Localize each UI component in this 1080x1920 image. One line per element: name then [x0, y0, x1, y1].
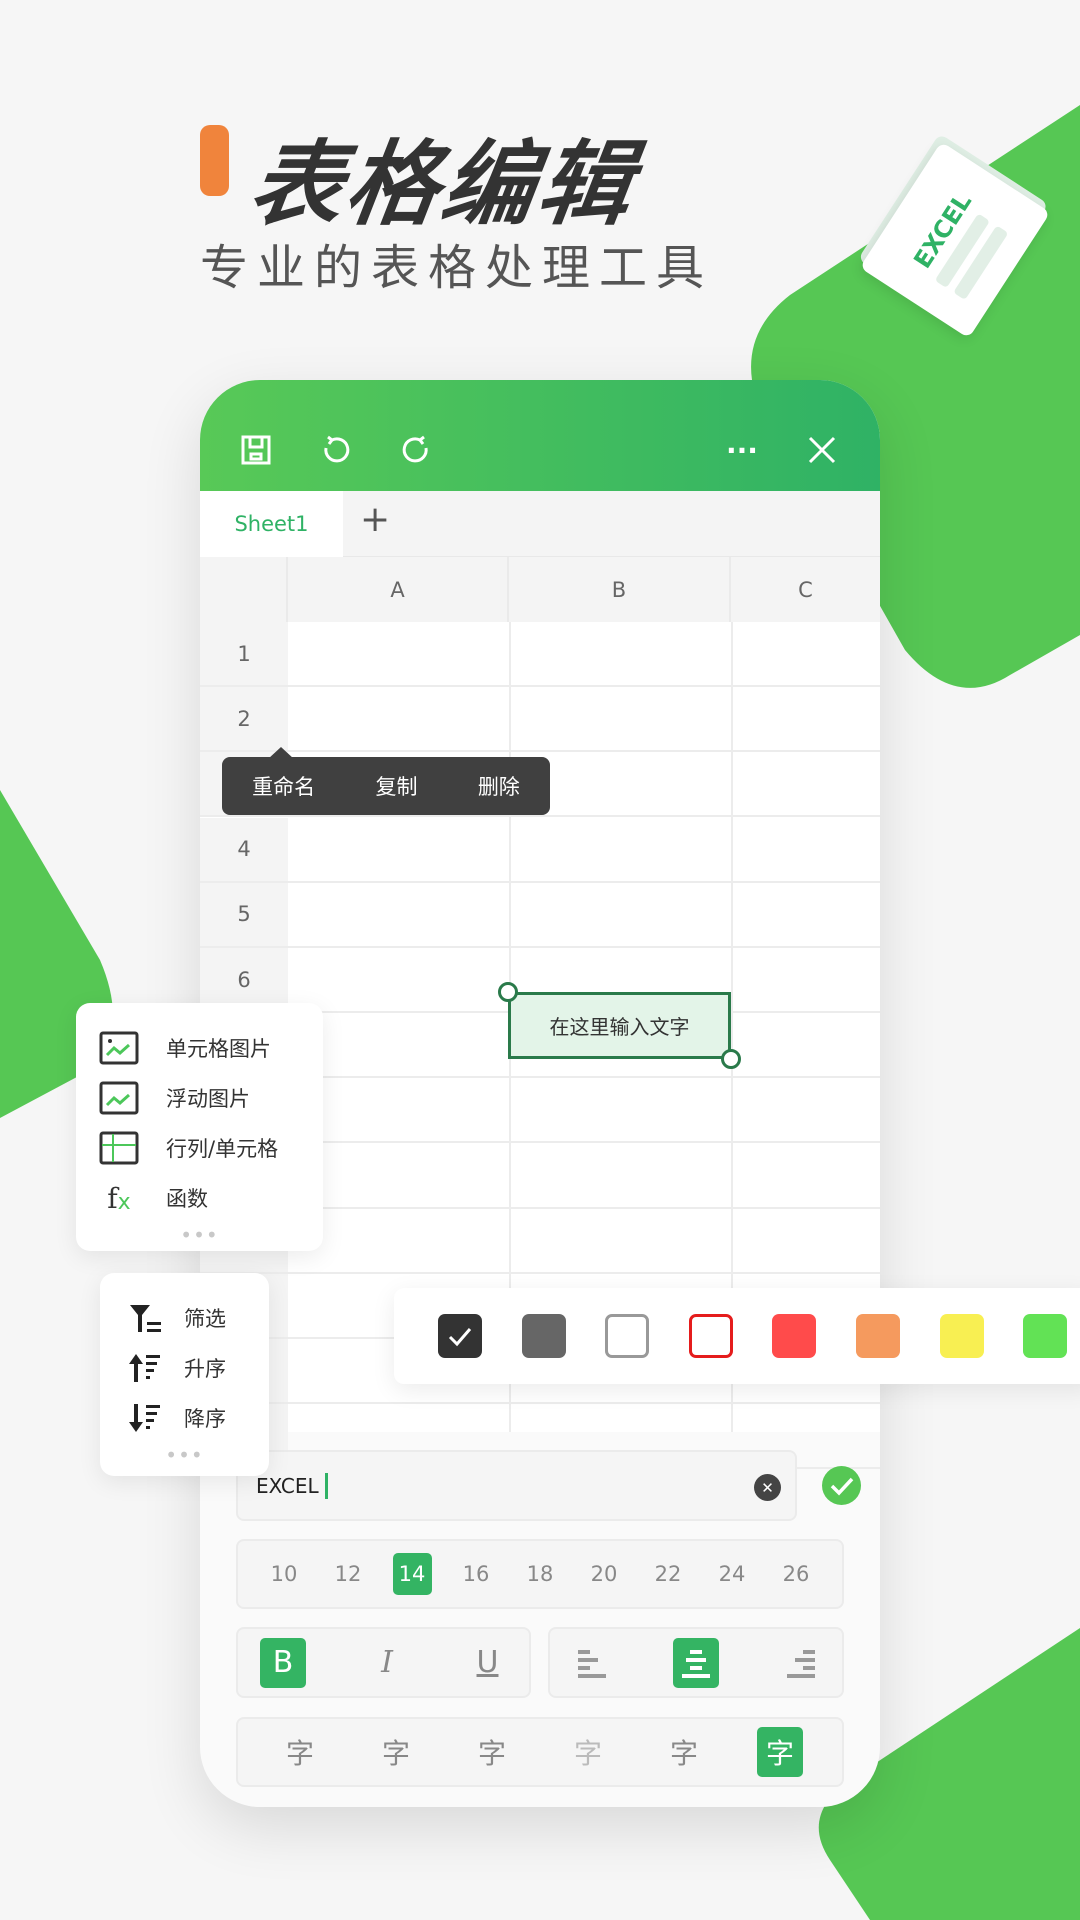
- color-swatch[interactable]: [772, 1314, 817, 1358]
- insert-menu: 单元格图片 浮动图片 行列/单元格 f x 函数 •••: [76, 1003, 323, 1251]
- text-style-group: B I U: [236, 1627, 531, 1698]
- underline-button[interactable]: U: [468, 1642, 507, 1684]
- font-style-option[interactable]: 字: [565, 1727, 611, 1777]
- column-header-b[interactable]: B: [509, 557, 731, 622]
- row-header[interactable]: 1: [200, 622, 288, 687]
- sort-menu: 筛选 升序 降序 •••: [100, 1273, 269, 1476]
- page-subtitle: 专业的表格处理工具: [200, 240, 714, 296]
- font-style-option[interactable]: 字: [661, 1727, 707, 1777]
- font-size-option[interactable]: 20: [585, 1553, 624, 1595]
- grid-line: [288, 1402, 880, 1405]
- sort-descending-icon: [128, 1401, 162, 1435]
- menu-item-filter[interactable]: 筛选: [128, 1293, 269, 1343]
- more-dots[interactable]: •••: [100, 1443, 269, 1467]
- align-right-icon[interactable]: [781, 1642, 820, 1684]
- menu-item-row-column-cell[interactable]: 行列/单元格: [98, 1123, 323, 1173]
- font-size-option[interactable]: 22: [649, 1553, 688, 1595]
- menu-item-cell-image[interactable]: 单元格图片: [98, 1023, 323, 1073]
- font-style-option[interactable]: 字: [469, 1727, 515, 1777]
- font-size-option[interactable]: 16: [457, 1553, 496, 1595]
- tab-sheet1[interactable]: Sheet1: [200, 491, 343, 557]
- floating-image-icon: [98, 1081, 140, 1115]
- more-icon[interactable]: ···: [724, 432, 760, 468]
- redo-icon[interactable]: [398, 432, 434, 468]
- more-dots[interactable]: •••: [76, 1223, 323, 1247]
- font-family-selector: 字字字字字字: [236, 1717, 844, 1787]
- grid-line: [288, 1141, 880, 1144]
- menu-item-floating-image[interactable]: 浮动图片: [98, 1073, 323, 1123]
- page-title: 表格编辑: [243, 131, 643, 238]
- menu-item-delete[interactable]: 删除: [478, 771, 520, 801]
- font-size-option[interactable]: 24: [713, 1553, 752, 1595]
- cell-image-icon: [98, 1031, 140, 1065]
- font-size-option[interactable]: 18: [521, 1553, 560, 1595]
- grid-line: [288, 1206, 880, 1209]
- clear-input-icon[interactable]: ✕: [754, 1474, 781, 1501]
- font-style-option[interactable]: 字: [373, 1727, 419, 1777]
- row-header[interactable]: 5: [200, 882, 288, 948]
- color-swatch[interactable]: [521, 1314, 566, 1358]
- color-swatch[interactable]: [1023, 1314, 1068, 1358]
- selection-handle-end[interactable]: [721, 1049, 741, 1069]
- italic-button[interactable]: I: [368, 1642, 407, 1684]
- menu-item-function[interactable]: f x 函数: [98, 1173, 323, 1223]
- column-header-a[interactable]: A: [288, 557, 509, 622]
- row-header[interactable]: 4: [200, 817, 288, 883]
- font-size-option[interactable]: 26: [777, 1553, 816, 1595]
- close-icon[interactable]: [804, 432, 840, 468]
- grid-line: [288, 815, 880, 818]
- color-swatch[interactable]: [856, 1314, 900, 1358]
- alignment-group: [548, 1627, 844, 1698]
- color-swatch[interactable]: [605, 1314, 650, 1358]
- color-palette: [394, 1288, 1080, 1384]
- text-cursor: [324, 1472, 328, 1499]
- grid-line: [288, 750, 880, 753]
- sort-ascending-icon: [128, 1351, 162, 1385]
- grid-line: [288, 1271, 880, 1274]
- save-icon[interactable]: [238, 432, 274, 468]
- font-style-option[interactable]: 字: [277, 1727, 323, 1777]
- title-accent-bar: [200, 125, 229, 196]
- font-size-selector: 10 12 14 16 18 20 22 24 26: [236, 1539, 844, 1609]
- align-center-icon[interactable]: [673, 1637, 719, 1688]
- row-header[interactable]: 2: [200, 687, 288, 753]
- add-sheet-button[interactable]: +: [360, 499, 390, 540]
- font-size-option[interactable]: 10: [265, 1553, 304, 1595]
- cell-text-input[interactable]: EXCEL ✕: [236, 1450, 797, 1521]
- selected-cell[interactable]: 在这里输入文字: [508, 992, 731, 1059]
- filter-icon: [128, 1301, 162, 1335]
- color-swatch[interactable]: [939, 1314, 984, 1358]
- color-swatch[interactable]: [688, 1314, 733, 1358]
- menu-item-sort-ascending[interactable]: 升序: [128, 1343, 269, 1393]
- undo-icon[interactable]: [318, 432, 354, 468]
- grid-line: [288, 1076, 880, 1079]
- menu-item-rename[interactable]: 重命名: [252, 771, 315, 801]
- column-header-c[interactable]: C: [731, 557, 880, 622]
- grid-line: [288, 945, 880, 948]
- confirm-check-icon[interactable]: [822, 1466, 861, 1505]
- table-grid-icon: [98, 1131, 140, 1165]
- function-fx-icon: fx: [107, 1181, 131, 1215]
- color-swatch[interactable]: [438, 1314, 482, 1358]
- app-toolbar: ···: [200, 380, 880, 491]
- align-left-icon[interactable]: [572, 1642, 611, 1684]
- grid-line: [288, 880, 880, 883]
- menu-item-copy[interactable]: 复制: [375, 771, 417, 801]
- sheet-tab-bar: Sheet1 +: [200, 491, 880, 557]
- grid-line: [288, 685, 880, 687]
- selection-handle-start[interactable]: [498, 982, 518, 1002]
- sheet-context-menu: 重命名 复制 删除: [222, 757, 550, 815]
- menu-item-sort-descending[interactable]: 降序: [128, 1393, 269, 1443]
- font-size-option[interactable]: 12: [329, 1553, 368, 1595]
- font-style-option[interactable]: 字: [757, 1727, 803, 1777]
- bold-button[interactable]: B: [260, 1637, 306, 1688]
- font-size-option[interactable]: 14: [392, 1553, 432, 1595]
